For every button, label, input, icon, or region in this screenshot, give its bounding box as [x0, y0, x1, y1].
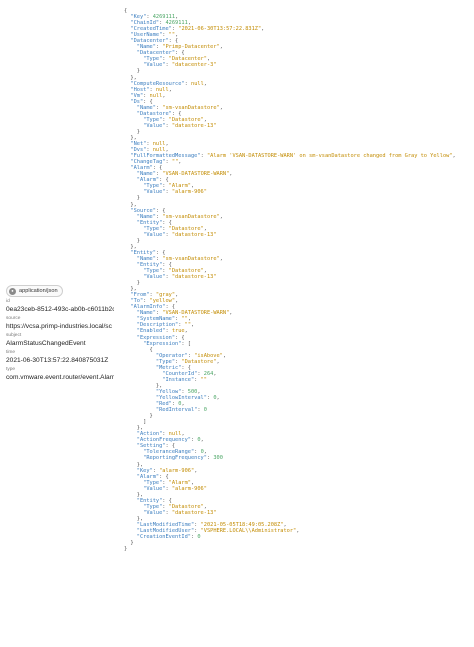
content-type-label: application/json — [19, 288, 58, 294]
json-punctuation: : [ — [181, 340, 191, 347]
json-punctuation: { — [149, 346, 153, 353]
json-punctuation: } — [136, 237, 140, 244]
json-punctuation: , — [219, 104, 223, 111]
json-punctuation: , — [162, 92, 166, 99]
json-literal: null — [191, 80, 204, 87]
field-value: 0ea23ceb-8512-493c-ab0b-c6011b2c — [6, 306, 114, 313]
json-string: "datastore-13" — [171, 274, 217, 281]
json-punctuation: , — [296, 528, 300, 535]
json-punctuation: , — [216, 395, 220, 401]
json-key: "Value" — [143, 62, 166, 69]
json-punctuation: , — [203, 80, 207, 87]
json-punctuation: } — [136, 128, 140, 135]
json-punctuation: } — [130, 540, 134, 547]
json-punctuation: , — [168, 86, 172, 93]
json-string: "datastore-13" — [171, 509, 217, 516]
json-key: "ReportingFrequency" — [143, 455, 207, 462]
json-string: "datastore-13" — [171, 231, 217, 238]
json-number: 300 — [213, 455, 223, 462]
json-string: "Alarm 'VSAN-DATASTORE-WARN' on sm-vsanD… — [206, 153, 453, 160]
json-punctuation: , — [219, 44, 223, 51]
json-string: "2021-06-30T13:57:22.831Z" — [178, 26, 262, 33]
json-punctuation: , — [229, 310, 233, 317]
json-punctuation: , — [213, 370, 217, 377]
field-source: source https://vcsa.primp-industries.loc… — [6, 316, 114, 331]
json-string: "VSAN-DATASTORE-WARN" — [162, 171, 230, 178]
field-time: time 2021-06-30T13:57:22.840875031Z — [6, 350, 114, 365]
json-punctuation: , — [222, 352, 227, 359]
json-number: 0 — [197, 534, 201, 541]
json-punctuation: } — [136, 68, 140, 75]
json-payload-viewer: { "Key": 4269111, "ChainId": 4269111, "C… — [124, 8, 474, 552]
json-punctuation: , — [452, 153, 456, 160]
json-punctuation: ] — [143, 419, 147, 426]
json-line: } — [124, 546, 474, 552]
json-punctuation: , — [200, 437, 204, 444]
field-value: com.vmware.event.router/event.Alarm — [6, 374, 114, 381]
json-string: "datastore-13" — [171, 122, 217, 129]
json-key: "CreationEventId" — [136, 534, 191, 541]
json-punctuation: , — [219, 255, 223, 262]
json-key: "RedInterval" — [155, 407, 198, 414]
json-key: "Value" — [143, 231, 166, 238]
json-punctuation: , — [229, 171, 233, 178]
json-key: "Instance" — [162, 376, 195, 383]
field-value: 2021-06-30T13:57:22.840875031Z — [6, 357, 109, 364]
file-icon: ● — [9, 287, 16, 295]
json-key: "Value" — [143, 189, 166, 196]
json-punctuation: } — [149, 413, 153, 420]
field-subject: subject AlarmStatusChangedEvent — [6, 333, 114, 348]
json-punctuation: } — [136, 280, 140, 287]
field-type: type com.vmware.event.router/event.Alarm — [6, 367, 114, 382]
json-punctuation: , — [175, 298, 179, 305]
json-punctuation: } — [124, 546, 128, 553]
json-key: "Value" — [143, 509, 166, 516]
json-string: "alarm-906" — [171, 485, 207, 492]
json-punctuation: , — [219, 213, 223, 220]
json-punctuation: , — [261, 26, 265, 33]
json-punctuation: , — [191, 322, 195, 329]
json-punctuation: , — [194, 467, 198, 474]
json-string: "datacenter-3" — [171, 62, 217, 69]
json-string: "" — [200, 376, 207, 383]
json-string: "VSPHERE.LOCAL\\Administrator" — [200, 528, 297, 535]
event-metadata-panel: ● application/json id 0ea23ceb-8512-493c… — [6, 279, 114, 382]
field-value: https://vcsa.primp-industries.local/sc — [6, 323, 112, 330]
json-string: "alarm-906" — [171, 189, 207, 196]
content-type-chip: ● application/json — [6, 285, 63, 297]
json-punctuation: , — [216, 358, 220, 365]
json-punctuation: } — [136, 195, 140, 202]
json-key: "Value" — [143, 274, 166, 281]
json-number: 0 — [203, 407, 207, 414]
field-value: AlarmStatusChangedEvent — [6, 340, 86, 347]
field-id: id 0ea23ceb-8512-493c-ab0b-c6011b2c — [6, 299, 114, 314]
json-punctuation: , — [184, 328, 188, 335]
json-key: "Value" — [143, 485, 166, 492]
json-punctuation: , — [178, 159, 182, 166]
json-key: "Value" — [143, 122, 166, 129]
